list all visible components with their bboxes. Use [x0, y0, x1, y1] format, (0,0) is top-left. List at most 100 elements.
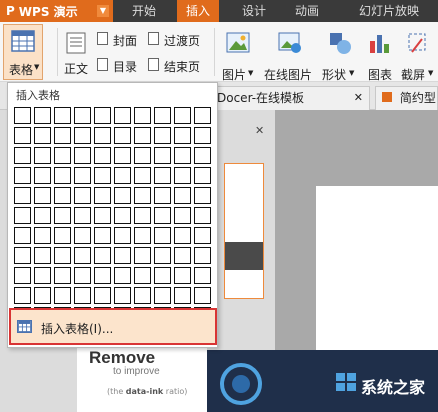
table-grid-cell[interactable] [14, 267, 31, 284]
tab-home[interactable]: 开始 [125, 0, 163, 22]
table-grid-cell[interactable] [134, 227, 151, 244]
table-grid-cell[interactable] [94, 167, 111, 184]
table-grid-cell[interactable] [74, 147, 91, 164]
table-grid-cell[interactable] [114, 267, 131, 284]
table-size-grid[interactable] [14, 107, 214, 332]
tab-simple-template[interactable]: 简约型 [375, 86, 438, 110]
tab-design[interactable]: 设计 [235, 0, 273, 22]
table-grid-cell[interactable] [114, 227, 131, 244]
table-grid-cell[interactable] [134, 147, 151, 164]
table-button[interactable]: 表格 ▼ [3, 24, 43, 80]
table-grid-cell[interactable] [154, 147, 171, 164]
table-grid-cell[interactable] [34, 147, 51, 164]
table-grid-cell[interactable] [74, 187, 91, 204]
table-grid-cell[interactable] [34, 287, 51, 304]
table-grid-cell[interactable] [194, 167, 211, 184]
table-grid-cell[interactable] [114, 147, 131, 164]
table-grid-cell[interactable] [74, 207, 91, 224]
table-grid-cell[interactable] [14, 147, 31, 164]
table-grid-cell[interactable] [94, 267, 111, 284]
table-grid-cell[interactable] [14, 167, 31, 184]
table-grid-cell[interactable] [134, 127, 151, 144]
table-grid-cell[interactable] [154, 107, 171, 124]
table-grid-cell[interactable] [154, 187, 171, 204]
table-grid-cell[interactable] [54, 227, 71, 244]
table-grid-cell[interactable] [14, 227, 31, 244]
table-grid-cell[interactable] [134, 247, 151, 264]
table-grid-cell[interactable] [134, 107, 151, 124]
table-grid-cell[interactable] [74, 247, 91, 264]
table-grid-cell[interactable] [174, 147, 191, 164]
table-grid-cell[interactable] [14, 187, 31, 204]
picture-button[interactable]: 图片 ▼ [220, 26, 258, 82]
table-grid-cell[interactable] [114, 127, 131, 144]
table-grid-cell[interactable] [154, 167, 171, 184]
table-grid-cell[interactable] [194, 267, 211, 284]
body-text-button[interactable]: 正文 [64, 28, 88, 78]
table-grid-cell[interactable] [94, 107, 111, 124]
table-grid-cell[interactable] [94, 187, 111, 204]
table-grid-cell[interactable] [54, 247, 71, 264]
tab-slideshow[interactable]: 幻灯片放映 [350, 0, 428, 22]
table-grid-cell[interactable] [194, 287, 211, 304]
screenshot-button[interactable]: 截屏 ▼ [400, 26, 438, 82]
table-grid-cell[interactable] [134, 287, 151, 304]
table-grid-cell[interactable] [154, 267, 171, 284]
cover-button[interactable]: 封面 [97, 30, 145, 48]
shape-button[interactable]: 形状 ▼ [320, 26, 360, 82]
table-grid-cell[interactable] [174, 267, 191, 284]
slide-thumbnail-2[interactable]: Remove to improve (the data-ink ratio) [77, 346, 207, 412]
table-grid-cell[interactable] [114, 247, 131, 264]
table-grid-cell[interactable] [194, 107, 211, 124]
table-grid-cell[interactable] [34, 167, 51, 184]
table-grid-cell[interactable] [194, 147, 211, 164]
app-menu-button[interactable]: P WPS 演示 ▼ [0, 0, 113, 22]
table-grid-cell[interactable] [74, 227, 91, 244]
tab-insert[interactable]: 插入 [177, 0, 219, 22]
table-grid-cell[interactable] [194, 187, 211, 204]
table-grid-cell[interactable] [14, 247, 31, 264]
table-grid-cell[interactable] [94, 247, 111, 264]
end-page-button[interactable]: 结束页 [148, 56, 208, 74]
table-grid-cell[interactable] [54, 167, 71, 184]
table-grid-cell[interactable] [94, 207, 111, 224]
table-grid-cell[interactable] [34, 127, 51, 144]
table-grid-cell[interactable] [154, 127, 171, 144]
table-grid-cell[interactable] [34, 207, 51, 224]
table-grid-cell[interactable] [174, 167, 191, 184]
table-grid-cell[interactable] [154, 287, 171, 304]
table-grid-cell[interactable] [14, 207, 31, 224]
table-grid-cell[interactable] [54, 147, 71, 164]
online-picture-button[interactable]: 在线图片 [264, 26, 316, 82]
table-grid-cell[interactable] [34, 247, 51, 264]
table-grid-cell[interactable] [194, 127, 211, 144]
table-grid-cell[interactable] [134, 167, 151, 184]
table-grid-cell[interactable] [34, 107, 51, 124]
table-grid-cell[interactable] [154, 207, 171, 224]
table-grid-cell[interactable] [54, 187, 71, 204]
table-grid-cell[interactable] [74, 167, 91, 184]
table-grid-cell[interactable] [34, 227, 51, 244]
table-grid-cell[interactable] [94, 147, 111, 164]
table-grid-cell[interactable] [194, 227, 211, 244]
table-grid-cell[interactable] [174, 247, 191, 264]
table-grid-cell[interactable] [54, 127, 71, 144]
table-grid-cell[interactable] [174, 207, 191, 224]
table-grid-cell[interactable] [54, 207, 71, 224]
table-grid-cell[interactable] [114, 207, 131, 224]
table-grid-cell[interactable] [14, 127, 31, 144]
table-grid-cell[interactable] [154, 247, 171, 264]
table-grid-cell[interactable] [54, 267, 71, 284]
table-grid-cell[interactable] [14, 107, 31, 124]
table-grid-cell[interactable] [134, 187, 151, 204]
table-grid-cell[interactable] [74, 107, 91, 124]
chevron-down-icon[interactable]: ▼ [97, 5, 109, 17]
close-icon[interactable]: ✕ [354, 87, 363, 109]
table-grid-cell[interactable] [134, 267, 151, 284]
table-grid-cell[interactable] [114, 187, 131, 204]
slide-thumbnail[interactable] [224, 163, 264, 299]
table-grid-cell[interactable] [94, 127, 111, 144]
table-grid-cell[interactable] [74, 127, 91, 144]
tab-docer-online-templates[interactable]: Docer-在线模板 ✕ [210, 86, 370, 110]
table-grid-cell[interactable] [34, 187, 51, 204]
